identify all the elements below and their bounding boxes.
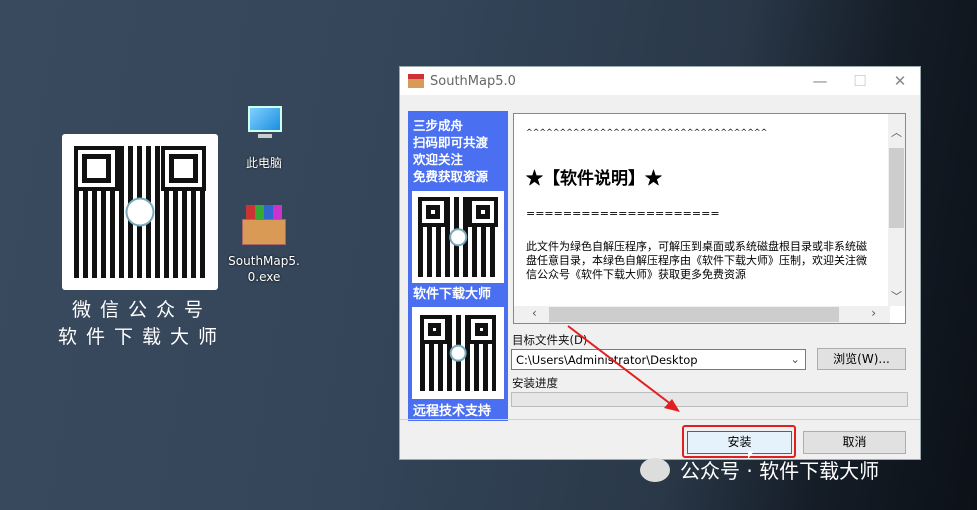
annotation-arrow (567, 325, 680, 412)
wechat-icon (640, 457, 670, 482)
watermark: 公众号 · 软件下载大师 (640, 455, 879, 484)
watermark-text: 公众号 · 软件下载大师 (680, 459, 880, 483)
